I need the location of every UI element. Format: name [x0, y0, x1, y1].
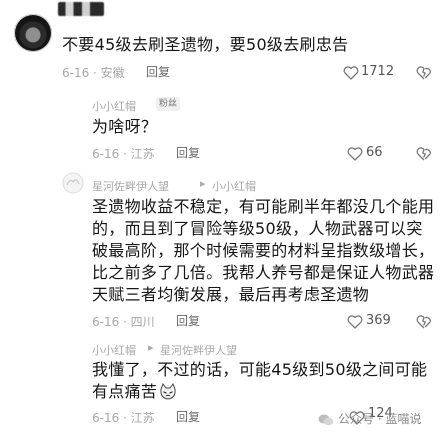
reply-button[interactable]: 回复	[176, 144, 200, 161]
reply-meta: 6-16 · 江苏	[92, 147, 155, 161]
reply-meta: 6-16 · 四川	[92, 315, 155, 329]
comment-text: 不要45级去刷圣遗物，要50级去刷忠告	[62, 35, 349, 54]
reply-username[interactable]: 小小红帽	[92, 342, 136, 358]
reply-username[interactable]: 小小红帽	[92, 98, 136, 114]
avatar[interactable]	[62, 172, 84, 198]
dislike-icon[interactable]	[416, 147, 432, 161]
blurred-username	[58, 2, 104, 16]
reply-text-line: 破最高阶，那个时候需要的材料呈指数级增长，	[92, 241, 435, 260]
reply-button[interactable]: 回复	[146, 63, 170, 80]
reply-button[interactable]: 回复	[176, 312, 200, 329]
reply-text-line: 我懂了，不过的话，可能45级到50级之间可能	[92, 360, 428, 379]
like-count: 369	[366, 313, 391, 328]
dislike-icon[interactable]	[416, 315, 432, 329]
reply-target-username[interactable]: 小小红帽	[212, 178, 256, 194]
like-count: 66	[366, 145, 383, 160]
reply-target-username[interactable]: 星河佐畔伊人望	[160, 342, 237, 358]
heart-icon[interactable]	[343, 66, 359, 80]
reply-text: 为啥呀？	[92, 117, 158, 136]
reply-arrow-icon: ▸	[200, 177, 206, 190]
heart-icon[interactable]	[347, 147, 363, 161]
reply-meta: 6-16 · 江苏	[92, 411, 155, 425]
fan-badge: 粉丝	[156, 97, 181, 111]
wechat-icon	[318, 412, 334, 431]
reply-text-line: 比之前多了几倍。我帮人养号都是保证人物武器	[92, 263, 435, 282]
reply-text-line: 有点痛苦	[92, 382, 158, 401]
cat-emoji-icon	[158, 382, 178, 406]
reply-text-line: 圣遗物收益不稳定，有可能刷半年都没几个能用	[92, 197, 435, 216]
watermark: 公众号 · 蓝喵说	[338, 412, 422, 426]
reply-text-line: 天赋三者均衡发展，最后再考虑圣遗物	[92, 285, 370, 304]
dislike-icon[interactable]	[416, 66, 432, 80]
reply-text-line: 的，而且到了冒险等级50级，人物武器可以突	[92, 219, 423, 238]
reply-username[interactable]: 星河佐畔伊人望	[92, 178, 169, 194]
heart-icon[interactable]	[347, 315, 363, 329]
reply-arrow-icon: ▸	[148, 341, 154, 354]
like-count: 1712	[361, 64, 395, 79]
avatar[interactable]	[14, 14, 52, 52]
reply-button[interactable]: 回复	[176, 408, 200, 425]
comment-meta: 6-16 · 安徽	[62, 66, 125, 80]
